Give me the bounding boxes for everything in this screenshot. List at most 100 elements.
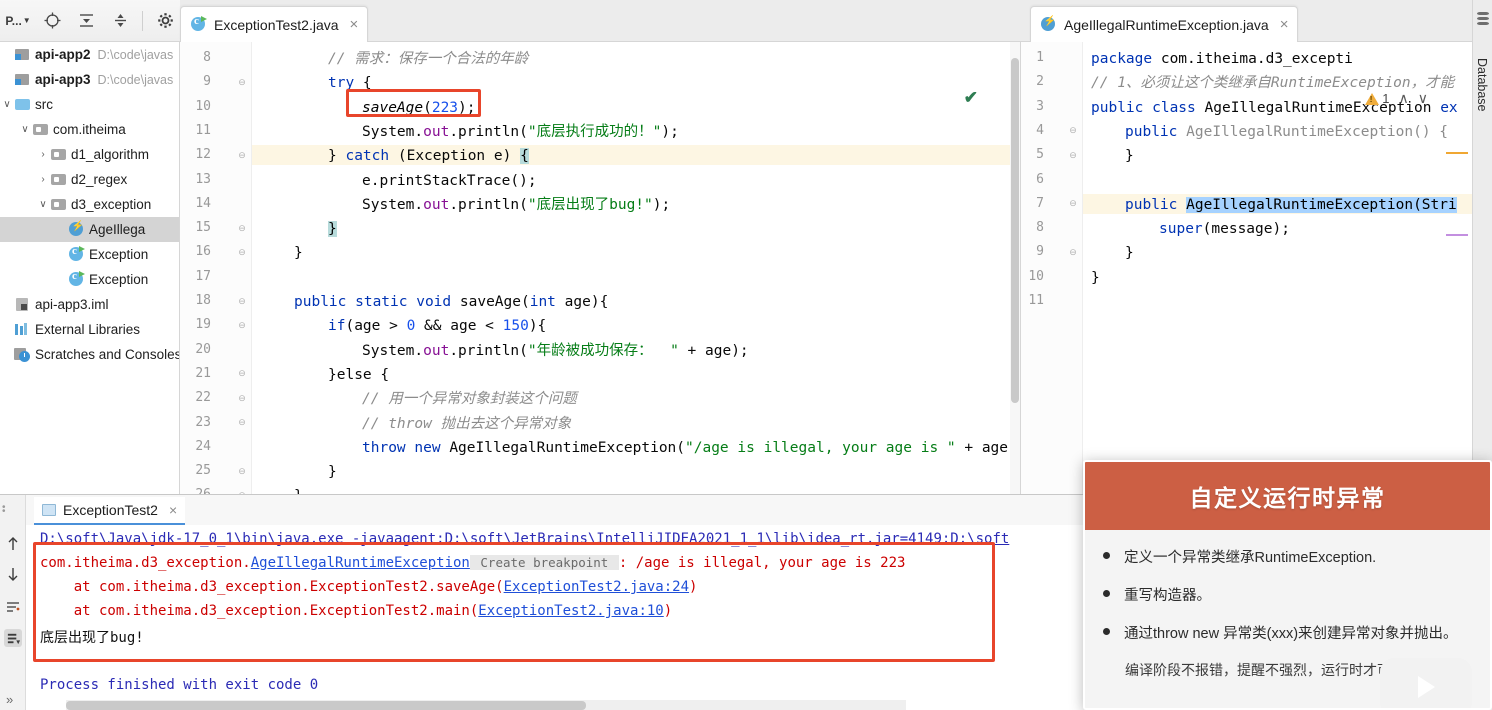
project-selector-icon[interactable]: P... ▼ <box>5 9 30 33</box>
tree-item-label: d2_regex <box>71 172 128 187</box>
close-icon[interactable]: × <box>169 502 177 518</box>
console-link[interactable]: ExceptionTest2.java:24 <box>504 579 689 595</box>
tree-item-external-libraries[interactable]: › External Libraries <box>0 317 179 342</box>
warning-badge[interactable]: 1 ∧ ∨ <box>1365 90 1428 107</box>
console-hscrollbar-thumb[interactable] <box>66 701 586 710</box>
tree-item-com-itheima[interactable]: ∨ com.itheima <box>0 117 179 142</box>
code-fold-icon[interactable]: ⊖ <box>236 465 248 477</box>
editor-tabstrip-right: AgeIllegalRuntimeException.java × <box>1020 0 1472 42</box>
tree-item-d3-exception[interactable]: ∨ d3_exception <box>0 192 179 217</box>
code-token: out <box>423 123 450 140</box>
code-fold-icon[interactable]: ⊖ <box>236 417 248 429</box>
expand-toolbar-icon[interactable]: » <box>6 692 13 707</box>
tree-item-api-app3-iml[interactable]: › api-app3.iml <box>0 292 179 317</box>
code-content-right[interactable]: package com.itheima.d3_excepti // 1、必须让这个… <box>1083 42 1472 494</box>
code-token: } <box>1091 269 1100 286</box>
chevron-right-icon[interactable]: › <box>36 149 50 160</box>
tree-spacer: › <box>0 49 14 60</box>
code-fold-icon[interactable]: ⊖ <box>236 222 248 234</box>
expand-all-icon[interactable] <box>74 9 98 33</box>
project-tree-pane[interactable]: › api-app2 D:\code\javas › api-app3 D:\code\j… <box>0 42 180 494</box>
project-toolbar: P... ▼ <box>0 0 180 42</box>
scroll-down-icon[interactable] <box>4 565 22 583</box>
code-editor-age-illegal-runtime-exception[interactable]: 1 2 3 4 ⊖ 5 ⊖ 6 7 ⊖ 8 9 ⊖ 10 11 package com.itheima.d3… <box>1020 42 1472 494</box>
code-token: .println( <box>449 123 528 140</box>
play-button-icon[interactable] <box>1380 658 1472 708</box>
console-link[interactable]: AgeIllegalRuntimeException <box>251 555 470 571</box>
code-fold-icon[interactable]: ⊖ <box>236 246 248 258</box>
console-line: com.itheima.d3_exception.AgeIllegalRunti… <box>40 555 905 571</box>
chevron-right-icon[interactable]: › <box>36 174 50 185</box>
tab-label: ExceptionTest2.java <box>214 16 339 33</box>
console-text: at com.itheima.d3_exception.ExceptionTes… <box>40 579 504 595</box>
code-fold-icon[interactable]: ⊖ <box>236 76 248 88</box>
code-fold-icon[interactable]: ⊖ <box>1067 149 1079 161</box>
chevron-down-icon[interactable]: ∨ <box>36 199 50 210</box>
code-editor-exception-test2[interactable]: 8 9 ⊖ 10 11 12 ⊖ 13 14 15 ⊖ 16 ⊖ 17 18 ⊖ 19 ⊖ 20 21 ⊖ 22 ⊖ 23 ⊖ 2… <box>180 42 1020 494</box>
code-token: } <box>328 464 337 481</box>
nav-next-icon[interactable]: ∨ <box>1418 90 1428 107</box>
database-label: Database <box>1475 58 1489 112</box>
tree-item-api-app3[interactable]: › api-app3 D:\code\javas <box>0 67 179 92</box>
collapse-all-icon[interactable] <box>108 9 132 33</box>
scroll-up-icon[interactable] <box>4 535 22 553</box>
nav-previous-icon[interactable]: ∧ <box>1399 90 1409 107</box>
tree-item-d1-algorithm[interactable]: › d1_algorithm <box>0 142 179 167</box>
bullet-dot-icon <box>1103 628 1110 635</box>
code-token: "年龄被成功保存： " <box>527 342 679 359</box>
close-icon[interactable]: × <box>1280 16 1289 33</box>
code-fold-icon[interactable]: ⊖ <box>1067 246 1079 258</box>
editor-scrollbar-thumb-left[interactable] <box>1011 58 1019 403</box>
inspection-ok-icon[interactable]: ✔ <box>964 88 978 108</box>
code-token: "底层执行成功的！" <box>527 123 662 140</box>
code-line: package com.itheima.d3_excepti <box>1091 49 1353 69</box>
tree-item-scratches-and-consoles[interactable]: › Scratches and Consoles <box>0 342 179 367</box>
code-fold-icon[interactable]: ⊖ <box>1067 198 1079 210</box>
tree-item-d2-regex[interactable]: › d2_regex <box>0 167 179 192</box>
database-tool-strip[interactable]: Database <box>1472 0 1492 494</box>
code-line: } <box>1125 243 1134 263</box>
tab-exception-test2[interactable]: ExceptionTest2.java × <box>180 6 369 42</box>
code-content-left[interactable]: // 需求：保存一个合法的年龄 try {saveAge(223); System.… <box>252 42 1020 494</box>
line-number: 9 <box>1036 244 1044 260</box>
slide-bullet-text: 重写构造器。 <box>1124 588 1211 604</box>
print-icon[interactable] <box>4 629 22 647</box>
tree-item-exception[interactable]: › Exception <box>0 242 179 267</box>
tree-item-ageillega[interactable]: › AgeIllega <box>0 217 179 242</box>
chevron-down-icon[interactable]: ∨ <box>0 99 14 110</box>
console-link[interactable]: D:\soft\Java\jdk-17_0_1\bin\java.exe -ja… <box>40 531 1009 547</box>
tree-item-label: com.itheima <box>53 122 126 137</box>
gear-icon[interactable] <box>153 9 177 33</box>
line-number: 25 <box>195 463 211 479</box>
code-line: if(age > 0 && age < 150){ <box>328 316 546 336</box>
code-fold-icon[interactable]: ⊖ <box>1067 125 1079 137</box>
console-hscrollbar-track[interactable] <box>66 700 906 710</box>
code-line: System.out.println("底层出现了bug!"); <box>362 195 670 215</box>
tree-item-src[interactable]: ∨ src <box>0 92 179 117</box>
code-token: .println( <box>449 342 528 359</box>
tree-item-api-app2[interactable]: › api-app2 D:\code\javas <box>0 42 179 67</box>
code-fold-icon[interactable]: ⊖ <box>236 319 248 331</box>
line-number: 17 <box>195 268 211 284</box>
console-text: com.itheima.d3_exception. <box>40 555 251 571</box>
code-fold-icon[interactable]: ⊖ <box>236 368 248 380</box>
console-link[interactable]: ExceptionTest2.java:10 <box>478 603 663 619</box>
chevron-down-icon[interactable]: ∨ <box>18 124 32 135</box>
close-icon[interactable]: × <box>350 16 359 33</box>
code-fold-icon[interactable]: ⊖ <box>236 392 248 404</box>
soft-wrap-icon[interactable] <box>4 599 22 617</box>
tab-age-illegal-runtime-exception[interactable]: AgeIllegalRuntimeException.java × <box>1030 6 1299 42</box>
tree-item-exception[interactable]: › Exception <box>0 267 179 292</box>
tree-spacer: › <box>0 324 14 335</box>
iml-file-icon <box>14 296 31 313</box>
drag-handle-dots[interactable]: • • <box>2 503 6 517</box>
code-fold-icon[interactable]: ⊖ <box>236 295 248 307</box>
editor-gutter-left[interactable]: 8 9 ⊖ 10 11 12 ⊖ 13 14 15 ⊖ 16 ⊖ 17 18 ⊖ 19 ⊖ 20 21 ⊖ 22 ⊖ 23 ⊖ 2… <box>180 42 252 494</box>
editor-gutter-right[interactable]: 1 2 3 4 ⊖ 5 ⊖ 6 7 ⊖ 8 9 ⊖ 10 11 <box>1021 42 1083 494</box>
console-tab-exception-test2[interactable]: ExceptionTest2 × <box>34 497 186 525</box>
java-class-icon <box>190 15 207 33</box>
code-token: ); <box>652 196 671 213</box>
code-fold-icon[interactable]: ⊖ <box>236 149 248 161</box>
code-token: e.printStackTrace(); <box>362 172 537 189</box>
locate-icon[interactable] <box>40 9 64 33</box>
